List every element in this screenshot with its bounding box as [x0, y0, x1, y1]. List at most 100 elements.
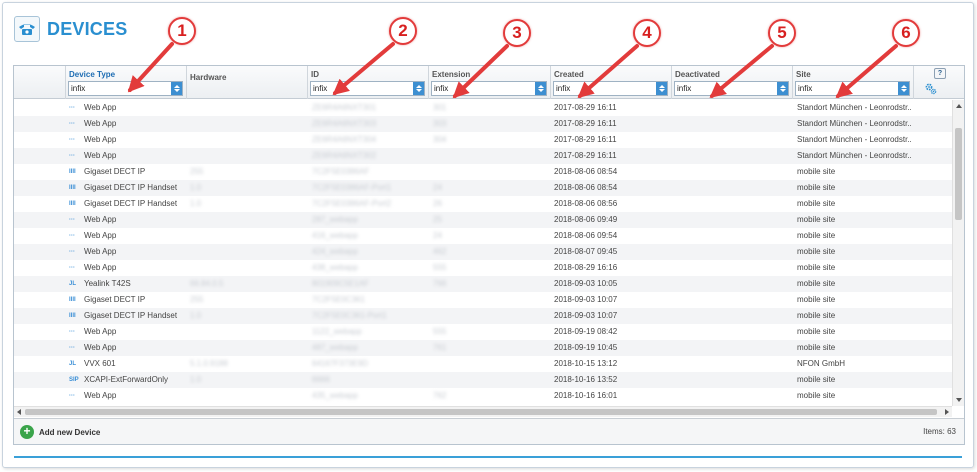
cell-type: Web App	[84, 231, 117, 240]
cell-hw: 1.0	[190, 199, 202, 208]
cell-ext: 555	[433, 263, 447, 272]
column-header-site[interactable]: Site	[793, 66, 914, 99]
table-row[interactable]: ··· Web App 435_webapp 762 2018-10-16 16:01 m…	[14, 388, 952, 404]
add-device-label[interactable]: Add new Device	[39, 428, 100, 437]
column-label[interactable]: Site	[796, 70, 811, 79]
device-type-filter-input[interactable]	[69, 82, 171, 95]
device-type-icon: IIII	[69, 313, 76, 319]
scroll-up-icon[interactable]	[956, 104, 962, 108]
extension-filter-input[interactable]	[432, 82, 535, 95]
cell-created: 2018-08-06 08:54	[554, 167, 618, 176]
column-header-hardware[interactable]: Hardware	[187, 66, 308, 99]
cell-site: mobile site	[797, 215, 836, 224]
site-filter[interactable]	[795, 81, 910, 96]
created-filter-input[interactable]	[554, 82, 656, 95]
table-row[interactable]: SIP XCAPI-ExtForwardOnly 1.0 6666 2018-10-16…	[14, 372, 952, 388]
device-type-icon: ···	[69, 233, 75, 239]
column-label[interactable]: Device Type	[69, 70, 115, 79]
device-type-icon: IIII	[69, 185, 76, 191]
column-header-extension[interactable]: Extension	[429, 66, 551, 99]
cell-hw: 255	[190, 167, 204, 176]
column-header-deactivated[interactable]: Deactivated	[672, 66, 793, 99]
table-row[interactable]: IIII Gigaset DECT IP Handset 1.0 7C2F5E0386…	[14, 196, 952, 212]
marker-2: 2	[389, 17, 417, 45]
cell-hw	[190, 340, 300, 356]
filter-spinner-icon[interactable]	[171, 82, 182, 95]
table-row[interactable]: ··· Web App ZE6R4A6NXT301 301 2017-08-29 16:…	[14, 100, 952, 116]
table-row[interactable]: IIII Gigaset DECT IP Handset 1.0 7C2F5E0386…	[14, 180, 952, 196]
device-type-icon: ···	[69, 217, 75, 223]
cell-site: mobile site	[797, 199, 836, 208]
add-device-button[interactable]: + Add new Device	[20, 424, 100, 440]
table-row[interactable]: IIII Gigaset DECT IP 255 7C2F5E0C361 2018-09…	[14, 292, 952, 308]
marker-3: 3	[503, 19, 531, 47]
page-header: DEVICES	[14, 16, 127, 42]
scroll-thumb[interactable]	[955, 128, 962, 220]
cell-type: Gigaset DECT IP	[84, 167, 146, 176]
table-row[interactable]: ··· Web App ZE6R4A6NXT303 303 2017-08-29 16:…	[14, 116, 952, 132]
plus-icon[interactable]: +	[20, 425, 34, 439]
extension-filter[interactable]	[431, 81, 547, 96]
deactivated-filter[interactable]	[674, 81, 789, 96]
cell-created: 2018-09-03 10:07	[554, 295, 618, 304]
column-label[interactable]: Extension	[432, 70, 470, 79]
table-row[interactable]: JL VVX 601 5.1.0.9188 64167F373E9D 2018-10-1…	[14, 356, 952, 372]
id-filter-input[interactable]	[311, 82, 413, 95]
page-title: DEVICES	[47, 18, 128, 39]
horizontal-scrollbar[interactable]	[14, 406, 952, 417]
scroll-left-icon[interactable]	[17, 409, 21, 415]
id-filter[interactable]	[310, 81, 425, 96]
table-row[interactable]: ··· Web App ZE6R4A6NXT302 2017-08-29 16:11 S…	[14, 148, 952, 164]
table-row[interactable]: ··· Web App ZE6R4A6NXT304 304 2017-08-29 16:…	[14, 132, 952, 148]
table-row[interactable]: ··· Web App 1122_webapp 555 2018-09-19 08:42…	[14, 324, 952, 340]
grid-header: Device Type Hardware ID Extension Cr	[14, 66, 964, 99]
column-label[interactable]: Created	[554, 70, 584, 79]
cell-hw: 1.0	[190, 311, 202, 320]
cell-ext: 24	[433, 231, 442, 240]
column-label[interactable]: Deactivated	[675, 70, 720, 79]
device-type-icon: ···	[69, 153, 75, 159]
cell-ext: 762	[433, 391, 447, 400]
column-label[interactable]: Hardware	[190, 73, 226, 82]
marker-4: 4	[633, 19, 661, 47]
filter-spinner-icon[interactable]	[777, 82, 788, 95]
marker-6: 6	[892, 19, 920, 47]
table-row[interactable]: IIII Gigaset DECT IP Handset 1.0 7C2F5E0C36…	[14, 308, 952, 324]
filter-spinner-icon[interactable]	[535, 82, 546, 95]
scroll-thumb[interactable]	[25, 409, 937, 415]
help-button[interactable]: ?	[934, 68, 946, 79]
table-row[interactable]: JL Yealink T42S 66.84.0.5 801909C5E1AF 766 20…	[14, 276, 952, 292]
site-filter-input[interactable]	[796, 82, 898, 95]
cell-site: mobile site	[797, 279, 836, 288]
filter-spinner-icon[interactable]	[898, 82, 909, 95]
cell-hw	[190, 212, 300, 228]
cell-type: Web App	[84, 327, 117, 336]
scroll-down-icon[interactable]	[956, 398, 962, 402]
gears-icon[interactable]	[925, 83, 937, 95]
column-header-device-type[interactable]: Device Type	[66, 66, 187, 99]
table-row[interactable]: ··· Web App 416_webapp 24 2018-08-06 09:54 mo…	[14, 228, 952, 244]
items-count: Items: 63	[923, 427, 956, 436]
table-row[interactable]: ··· Web App 424_webapp 462 2018-08-07 09:45 m…	[14, 244, 952, 260]
vertical-scrollbar[interactable]	[952, 100, 964, 406]
table-row[interactable]: ··· Web App 487_webapp 761 2018-09-19 10:45 m…	[14, 340, 952, 356]
cell-ext: 766	[433, 279, 447, 288]
deactivated-filter-input[interactable]	[675, 82, 777, 95]
cell-hw	[190, 148, 300, 164]
cell-type: Yealink T42S	[84, 279, 131, 288]
column-header-created[interactable]: Created	[551, 66, 672, 99]
created-filter[interactable]	[553, 81, 668, 96]
scroll-right-icon[interactable]	[945, 409, 949, 415]
table-row[interactable]: ··· Web App 438_webapp 555 2018-08-29 16:16 m…	[14, 260, 952, 276]
cell-site: NFON GmbH	[797, 359, 845, 368]
device-type-filter[interactable]	[68, 81, 183, 96]
table-row[interactable]: IIII Gigaset DECT IP 255 7C2F5E0386AF 2018-0…	[14, 164, 952, 180]
column-label[interactable]: ID	[311, 70, 319, 79]
cell-site: mobile site	[797, 247, 836, 256]
cell-id: 6666	[312, 375, 330, 384]
table-row[interactable]: ··· Web App 287_webapp 25 2018-08-06 09:49 mo…	[14, 212, 952, 228]
column-header-id[interactable]: ID	[308, 66, 429, 99]
device-type-icon: JL	[69, 361, 77, 367]
filter-spinner-icon[interactable]	[656, 82, 667, 95]
filter-spinner-icon[interactable]	[413, 82, 424, 95]
